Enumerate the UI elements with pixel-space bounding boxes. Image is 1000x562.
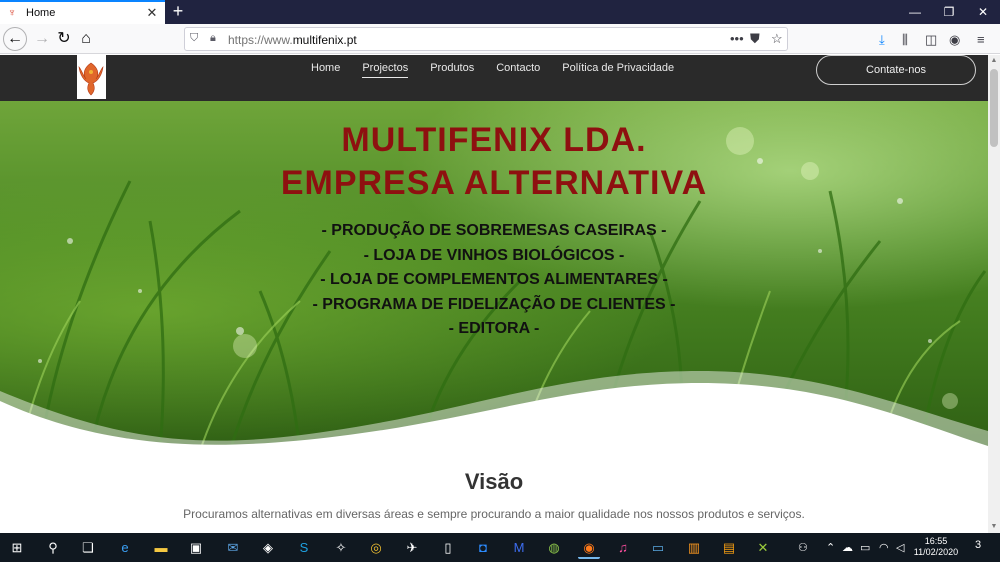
app-bird-icon[interactable]: ✧ <box>330 537 352 559</box>
scroll-up-icon[interactable]: ▲ <box>988 55 1000 67</box>
hero-title-line-1: MULTIFENIX LDA. <box>341 121 647 159</box>
document-icon[interactable]: ▯ <box>437 537 459 559</box>
section-text-visao: Procuramos alternativas em diversas área… <box>183 507 805 521</box>
store-icon[interactable]: ▣ <box>185 537 207 559</box>
forward-button[interactable]: → <box>30 27 54 51</box>
site-navigation: Home Projectos Produtos Contacto Polític… <box>300 62 685 78</box>
clock-date: 11/02/2020 <box>913 547 959 557</box>
web-page: Home Projectos Produtos Contacto Polític… <box>0 55 988 533</box>
wifi-icon[interactable]: ◠ <box>879 541 889 554</box>
task-view-icon[interactable]: ❏ <box>77 537 99 559</box>
hero-line-sobremesas: - PRODUÇÃO DE SOBREMESAS CASEIRAS - <box>321 222 667 239</box>
notification-count: 3 <box>974 539 982 551</box>
phoenix-logo-icon <box>78 62 104 96</box>
zoom-icon[interactable]: ◘ <box>472 537 494 559</box>
home-button[interactable]: ⌂ <box>74 27 98 51</box>
scrollbar-thumb[interactable] <box>990 69 998 147</box>
url-text[interactable]: https://www.multifenix.pt <box>228 33 357 47</box>
hero-subtitles: - PRODUÇÃO DE SOBREMESAS CASEIRAS - - LO… <box>0 219 988 342</box>
app-orange-icon[interactable]: ▤ <box>718 537 740 559</box>
windows-taskbar: ⊞ ⚲ ❏ e ▬ ▣ ✉ ◈ S ✧ ◎ ✈ ▯ ◘ M ◍ ◉ ♫ ▭ ▥ … <box>0 533 1000 562</box>
page-scrollbar[interactable]: ▲ ▼ <box>988 55 1000 533</box>
nav-projectos[interactable]: Projectos <box>362 62 409 78</box>
nav-contacto[interactable]: Contacto <box>496 62 540 78</box>
reload-button[interactable]: ↻ <box>52 27 76 51</box>
system-clock[interactable]: 16:55 11/02/2020 <box>912 536 960 558</box>
battery-icon[interactable]: ▭ <box>860 541 870 554</box>
action-center-icon[interactable]: 3 <box>970 539 986 555</box>
browser-toolbar: ← → ↻ ⌂ ⛉ 🔒︎ https://www.multifenix.pt •… <box>0 24 1000 54</box>
app-tool-icon[interactable]: ✈ <box>401 537 423 559</box>
tray-chevron-up-icon[interactable]: ⌃ <box>826 541 835 554</box>
edge-browser-icon[interactable]: e <box>114 537 136 559</box>
site-logo[interactable] <box>77 55 106 99</box>
section-title-visao: Visão <box>464 469 524 494</box>
tab-title: Home <box>26 7 56 19</box>
nav-politica-privacidade[interactable]: Política de Privacidade <box>562 62 674 78</box>
back-button[interactable]: ← <box>3 27 27 51</box>
sidebar-icon[interactable]: ◫ <box>925 32 937 48</box>
bookmark-star-icon[interactable]: ☆ <box>771 31 783 47</box>
hero-banner: MULTIFENIX LDA. EMPRESA ALTERNATIVA - PR… <box>0 101 988 451</box>
lock-icon[interactable]: 🔒︎ <box>210 32 216 45</box>
chrome-icon[interactable]: ◎ <box>365 537 387 559</box>
windows-start-icon[interactable]: ⊞ <box>6 537 28 559</box>
shield-app-icon[interactable]: ◈ <box>257 537 279 559</box>
itunes-icon[interactable]: ♫ <box>612 537 634 559</box>
address-bar[interactable]: ⛉ 🔒︎ https://www.multifenix.pt ••• ⛊ ☆ <box>184 27 788 51</box>
people-icon[interactable]: ⚇ <box>798 541 808 554</box>
close-tab-icon[interactable]: ✕ <box>145 5 159 21</box>
volume-icon[interactable]: ◁ <box>896 541 904 554</box>
tracking-shield-icon[interactable]: ⛉ <box>190 32 198 45</box>
menu-icon[interactable]: ≡ <box>977 32 985 47</box>
onedrive-cloud-icon[interactable]: ☁ <box>842 541 853 554</box>
browser-tab-home[interactable]: ♆ Home ✕ <box>0 0 165 24</box>
chart-app-icon[interactable]: ▥ <box>683 537 705 559</box>
clock-time: 16:55 <box>924 536 948 546</box>
page-actions-icon[interactable]: ••• <box>730 31 744 46</box>
hero-line-complementos: - LOJA DE COMPLEMENTOS ALIMENTARES - <box>320 271 668 288</box>
app-green-icon[interactable]: ✕ <box>752 537 774 559</box>
pocket-icon[interactable]: ⛊ <box>750 31 760 47</box>
skype-icon[interactable]: S <box>293 537 315 559</box>
nav-produtos[interactable]: Produtos <box>430 62 474 78</box>
browser-tab-strip: ♆ Home ✕ + — ❐ ✕ <box>0 0 1000 24</box>
android-app-icon[interactable]: ◍ <box>543 537 565 559</box>
new-tab-button[interactable]: + <box>168 1 188 23</box>
phoenix-favicon-icon: ♆ <box>7 7 17 19</box>
minimize-window-button[interactable]: — <box>898 0 932 24</box>
monitor-app-icon[interactable]: ▭ <box>647 537 669 559</box>
site-header: Home Projectos Produtos Contacto Polític… <box>0 55 988 101</box>
hero-line-fidelizacao: - PROGRAMA DE FIDELIZAÇÃO DE CLIENTES - <box>312 295 676 313</box>
restore-window-button[interactable]: ❐ <box>932 0 966 24</box>
nav-home[interactable]: Home <box>311 62 340 78</box>
mail-icon[interactable]: ✉ <box>222 537 244 559</box>
hero-line-editora: - EDITORA - <box>448 320 540 337</box>
library-icon[interactable]: ⫼ <box>902 32 908 48</box>
hero-title-line-2: EMPRESA ALTERNATIVA <box>280 164 708 202</box>
malwarebytes-icon[interactable]: M <box>508 537 530 559</box>
account-icon[interactable]: ◉ <box>949 32 960 48</box>
downloads-icon[interactable]: ⤓ <box>879 32 885 48</box>
close-window-button[interactable]: ✕ <box>966 0 1000 24</box>
search-icon[interactable]: ⚲ <box>42 537 64 559</box>
scroll-down-icon[interactable]: ▼ <box>988 521 1000 533</box>
contact-us-button[interactable]: Contate-nos <box>816 55 976 85</box>
hero-line-vinhos: - LOJA DE VINHOS BIOLÓGICOS - <box>363 246 625 264</box>
file-explorer-icon[interactable]: ▬ <box>150 537 172 559</box>
firefox-icon[interactable]: ◉ <box>578 537 600 559</box>
